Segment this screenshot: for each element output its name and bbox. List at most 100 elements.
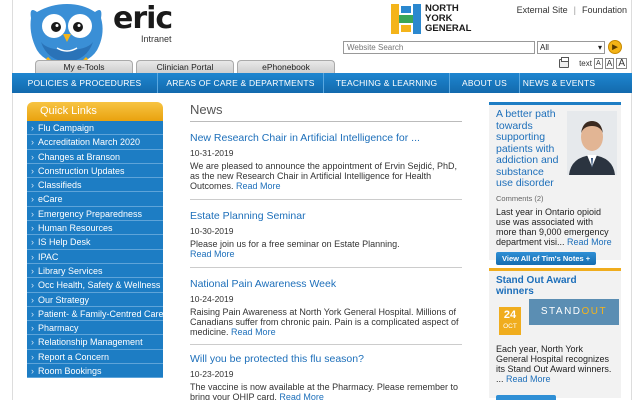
read-more-link[interactable]: Read More (567, 237, 612, 247)
quick-link-item[interactable]: IS Help Desk (27, 235, 163, 250)
chevron-down-icon: ▾ (597, 42, 602, 52)
search-bar: All ▾ ▶ (343, 40, 633, 54)
tool-tabs: My e-Tools Clinician Portal ePhonebook (35, 60, 338, 73)
quick-link-item[interactable]: Flu Campaign (27, 121, 163, 136)
ceo-blog-card: A better path towards supporting patient… (489, 102, 621, 265)
org-name: NORTH YORK GENERAL (425, 4, 471, 34)
read-more-link[interactable]: Read More (279, 392, 324, 400)
text-size-medium-button[interactable]: A (604, 58, 615, 69)
main-nav: POLICIES & PROCEDURES AREAS OF CARE & DE… (12, 73, 632, 93)
quick-link-item[interactable]: Classifieds (27, 178, 163, 193)
read-more-link[interactable]: Read More (506, 374, 551, 384)
search-go-button[interactable]: ▶ (608, 40, 622, 54)
news-section: News New Research Chair in Artificial In… (190, 102, 462, 400)
award-card: Stand Out Award winners 24 OCT STANDOUT … (489, 268, 621, 400)
page-tools: text A A A (559, 57, 627, 69)
news-heading: News (190, 102, 223, 117)
news-summary: Please join us for a free seminar on Est… (190, 239, 462, 259)
nav-teaching-learning[interactable]: TEACHING & LEARNING (324, 73, 450, 93)
search-input[interactable] (343, 40, 535, 54)
news-date: 10-31-2019 (190, 148, 234, 158)
news-title-link[interactable]: National Pain Awareness Week (190, 278, 462, 291)
brand-subtitle: Intranet (141, 34, 172, 44)
read-more-link[interactable]: Read More (231, 327, 276, 337)
news-title-link[interactable]: New Research Chair in Artificial Intelli… (190, 132, 462, 145)
tab-my-e-tools[interactable]: My e-Tools (35, 60, 133, 73)
quick-link-item[interactable]: Emergency Preparedness (27, 206, 163, 222)
quick-link-item[interactable]: Construction Updates (27, 163, 163, 179)
news-summary-text: We are pleased to announce the appointme… (190, 161, 457, 191)
view-all-notes-button[interactable]: View All of Tim's Notes + (496, 251, 597, 265)
right-column: A better path towards supporting patient… (489, 102, 621, 400)
quick-link-item[interactable]: Pharmacy (27, 321, 163, 336)
arrow-right-icon: ▶ (612, 44, 618, 51)
quick-link-item[interactable]: Changes at Branson (27, 149, 163, 164)
quick-links-title: Quick Links (27, 102, 163, 121)
news-item: National Pain Awareness Week 10-24-2019 … (190, 278, 462, 345)
read-more-link[interactable]: Read More (236, 181, 281, 191)
quick-link-item[interactable]: Patient- & Family-Centred Care (27, 306, 163, 322)
print-icon[interactable] (559, 57, 570, 68)
brand-name[interactable]: eric (113, 4, 173, 34)
news-item: Estate Planning Seminar 10-30-2019 Pleas… (190, 210, 462, 268)
text-size-label: text (579, 59, 592, 68)
news-item: Will you be protected this flu season? 1… (190, 353, 462, 400)
author-portrait (567, 111, 617, 175)
quick-link-item[interactable]: Report a Concern (27, 349, 163, 365)
quick-link-item[interactable]: Human Resources (27, 221, 163, 236)
top-links: External Site | Foundation (517, 5, 627, 15)
news-summary-text: The vaccine is now available at the Phar… (190, 382, 458, 400)
view-all-button[interactable] (496, 395, 556, 400)
logo-word: STAND (540, 306, 582, 317)
search-scope-select[interactable]: All ▾ (537, 40, 605, 54)
nygh-emblem-icon (391, 4, 421, 34)
org-logo[interactable]: NORTH YORK GENERAL (391, 4, 471, 34)
news-title-link[interactable]: Estate Planning Seminar (190, 210, 462, 223)
quick-links-panel: Quick Links Flu Campaign Accreditation M… (27, 102, 163, 379)
foundation-link[interactable]: Foundation (582, 5, 627, 15)
logo-word: OUT (581, 306, 608, 317)
news-date: 10-30-2019 (190, 226, 234, 236)
quick-link-item[interactable]: Room Bookings (27, 364, 163, 379)
org-name-line: GENERAL (425, 23, 472, 34)
nav-about-us[interactable]: ABOUT US (450, 73, 520, 93)
stand-out-logo: STANDOUT (529, 299, 619, 325)
link-separator: | (573, 5, 576, 15)
news-item: New Research Chair in Artificial Intelli… (190, 132, 462, 200)
quick-link-item[interactable]: eCare (27, 192, 163, 207)
nav-news-events[interactable]: NEWS & EVENTS (520, 73, 598, 93)
award-title-link[interactable]: Stand Out Award winners (496, 275, 615, 297)
date-day: 24 (503, 309, 517, 321)
news-summary: The vaccine is now available at the Phar… (190, 382, 462, 400)
news-summary: Raising Pain Awareness at North York Gen… (190, 307, 462, 337)
quick-link-item[interactable]: Relationship Management (27, 335, 163, 350)
quick-link-item[interactable]: IPAC (27, 249, 163, 264)
search-scope-value: All (540, 42, 549, 52)
eric-owl-logo[interactable] (27, 2, 115, 68)
quick-link-item[interactable]: Accreditation March 2020 (27, 135, 163, 150)
quick-link-item[interactable]: Library Services (27, 263, 163, 279)
date-month: OCT (503, 323, 517, 330)
blog-title-link[interactable]: A better path towards supporting patient… (496, 108, 560, 190)
quick-link-item[interactable]: Occ Health, Safety & Wellness (27, 278, 163, 293)
tab-ephonebook[interactable]: ePhonebook (237, 60, 335, 73)
news-date: 10-23-2019 (190, 369, 234, 379)
read-more-link[interactable]: Read More (190, 249, 235, 259)
nav-policies-procedures[interactable]: POLICIES & PROCEDURES (12, 73, 158, 93)
site-header: eric Intranet NORTH YORK GENERAL Externa… (13, 0, 633, 73)
external-site-link[interactable]: External Site (517, 5, 568, 15)
news-title-link[interactable]: Will you be protected this flu season? (190, 353, 462, 366)
divider (190, 121, 462, 122)
news-summary-text: Please join us for a free seminar on Est… (190, 239, 400, 249)
text-size-large-button[interactable]: A (616, 58, 627, 69)
date-badge: 24 OCT (499, 307, 521, 335)
news-date: 10-24-2019 (190, 294, 234, 304)
text-size-small-button[interactable]: A (593, 58, 603, 69)
comments-count[interactable]: Comments (2) (496, 194, 615, 203)
quick-link-item[interactable]: Our Strategy (27, 292, 163, 307)
award-excerpt: Each year, North York General Hospital r… (496, 344, 616, 384)
tab-clinician-portal[interactable]: Clinician Portal (136, 60, 234, 73)
blog-excerpt: Last year in Ontario opioid use was asso… (496, 207, 615, 247)
nav-areas-of-care[interactable]: AREAS OF CARE & DEPARTMENTS (158, 73, 324, 93)
news-summary: We are pleased to announce the appointme… (190, 161, 462, 191)
